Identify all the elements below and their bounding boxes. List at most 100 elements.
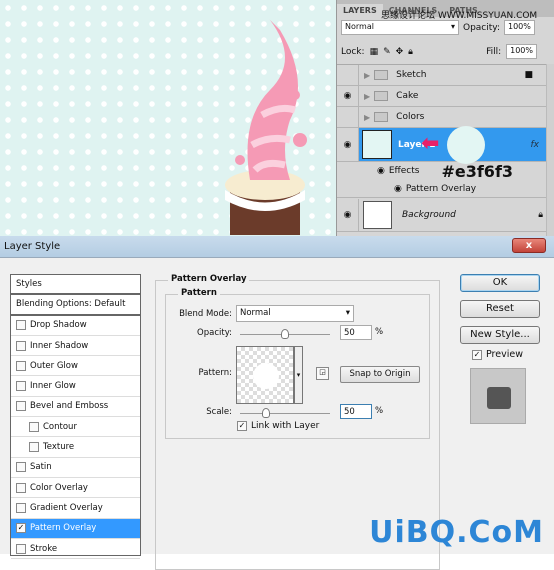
checkbox[interactable]: ✓ [237,421,247,431]
layers-panel: LAYERS CHANNELS PATHS 思缘设计论坛 WWW.MISSYUA… [336,0,554,236]
fx-icon[interactable]: fx [531,140,540,150]
style-item-blending-options-default[interactable]: Blending Options: Default [11,295,140,316]
lock-all-icon[interactable]: 🔒︎ [408,47,413,57]
eye-icon[interactable]: ◉ [337,128,359,161]
lock-brush-icon[interactable]: ✎ [383,47,391,57]
scale-input[interactable]: 50 [340,404,372,419]
scale-label: Scale: [206,407,232,417]
scale-slider[interactable] [240,408,330,418]
pattern-picker[interactable] [236,346,294,404]
checkbox[interactable]: ✓ [472,349,482,360]
style-label: Inner Glow [30,381,76,392]
style-item-drop-shadow[interactable]: Drop Shadow [11,316,140,336]
percent-label: % [375,406,384,416]
slider-handle[interactable] [281,329,289,339]
link-with-layer-checkbox[interactable]: ✓ Link with Layer [237,421,319,431]
opacity-input[interactable]: 50 [340,325,372,340]
lock-icon: 🔒︎ [538,210,543,220]
scrollbar[interactable] [546,64,554,236]
style-item-inner-shadow[interactable]: Inner Shadow [11,336,140,357]
styles-list: Styles Blending Options: Default Drop Shad… [10,274,141,560]
layer-1[interactable]: ◉ Layer 1 ⬅ fx [337,126,547,164]
color-swatch-circle [447,126,485,164]
pattern-dropdown-button[interactable]: ▾ [294,346,303,404]
checkbox[interactable] [29,421,39,432]
style-label: Bevel and Emboss [30,401,109,412]
style-label: Stroke [30,543,58,554]
layer-name: Sketch [396,70,427,80]
expand-icon[interactable]: ▶ [364,92,370,101]
style-label: Styles [16,279,42,290]
layer-thumbnail [363,201,392,229]
style-item-gradient-overlay[interactable]: Gradient Overlay [11,498,140,519]
checkbox[interactable] [16,381,26,392]
ok-button[interactable]: OK [460,274,540,292]
style-item-texture[interactable]: Texture [11,437,140,458]
blend-mode-label: Blend Mode: [179,309,232,319]
checkbox[interactable] [16,502,26,513]
style-item-satin[interactable]: Satin [11,458,140,478]
preview-label: Preview [486,349,523,360]
layer-style-dialog: Layer Style x Styles Blending Options: De… [0,236,554,570]
eye-icon[interactable]: ◉ [337,199,359,231]
link-label: Link with Layer [251,421,320,431]
style-item-contour[interactable]: Contour [11,417,140,438]
style-label: Satin [30,462,52,473]
checkbox[interactable] [16,401,26,412]
style-item-inner-glow[interactable]: Inner Glow [11,376,140,397]
eye-icon[interactable]: ◉ [394,184,402,194]
lock-move-icon[interactable]: ✥ [396,47,404,57]
new-preset-icon[interactable]: ◲ [316,367,329,380]
effect-label: Pattern Overlay [405,183,477,194]
lock-transparent-icon[interactable]: ▦ [370,47,379,57]
style-label: Pattern Overlay [30,523,97,534]
layer-cake[interactable]: ◉ ▶ Cake [337,86,547,107]
checkbox[interactable] [16,543,26,554]
section-title: Pattern Overlay [168,274,250,284]
slider-handle[interactable] [262,408,271,418]
visibility-toggle[interactable] [337,65,359,85]
eye-icon[interactable]: ◉ [337,86,359,106]
arrow-icon: ⬅ [421,131,440,156]
blend-mode-select[interactable]: Normal ▾ [341,20,459,35]
opacity-label: Opacity: [463,22,500,33]
opacity-slider[interactable] [240,329,330,339]
close-button[interactable]: x [512,238,546,253]
checkbox[interactable] [16,482,26,493]
expand-icon[interactable]: ▶ [364,113,370,122]
eye-icon[interactable]: ◉ [377,166,385,176]
style-item-pattern-overlay[interactable]: ✓ Pattern Overlay [11,518,140,539]
style-item-color-overlay[interactable]: Color Overlay [11,478,140,499]
reset-button[interactable]: Reset [460,300,540,318]
visibility-toggle[interactable] [337,107,359,127]
style-label: Color Overlay [30,482,88,493]
folder-icon [374,70,389,80]
dialog-titlebar: Layer Style [0,236,554,258]
tab-layers[interactable]: LAYERS [337,4,383,17]
fill-input[interactable]: 100% [506,44,537,59]
expand-icon[interactable]: ▶ [364,71,370,80]
checkbox[interactable] [16,360,26,371]
layer-name: Colors [396,112,425,122]
checkbox[interactable] [16,320,26,331]
blend-mode-select[interactable]: Normal ▾ [236,305,354,322]
checkbox[interactable]: ✓ [16,523,26,534]
opacity-input[interactable]: 100% [504,20,535,35]
style-label: Blending Options: Default [16,299,126,310]
layer-background[interactable]: ◉ Background 🔒︎ [337,199,547,232]
style-item-styles[interactable]: Styles [11,275,140,296]
effect-pattern-overlay[interactable]: ◉ Pattern Overlay [337,180,547,198]
style-item-stroke[interactable]: Stroke [11,539,140,560]
new-style-button[interactable]: New Style... [460,326,540,344]
layer-colors[interactable]: ▶ Colors [337,107,547,128]
style-item-outer-glow[interactable]: Outer Glow [11,356,140,377]
style-item-bevel-and-emboss[interactable]: Bevel and Emboss [11,397,140,418]
preview-checkbox[interactable]: ✓ Preview [472,349,523,360]
checkbox[interactable] [16,462,26,473]
layer-sketch[interactable]: ▶ Sketch ■ [337,65,547,86]
percent-label: % [375,327,384,337]
effects-row[interactable]: ◉ Effects #e3f6f3 [337,162,547,181]
checkbox[interactable] [29,442,39,453]
checkbox[interactable] [16,340,26,351]
snap-to-origin-button[interactable]: Snap to Origin [340,366,420,383]
